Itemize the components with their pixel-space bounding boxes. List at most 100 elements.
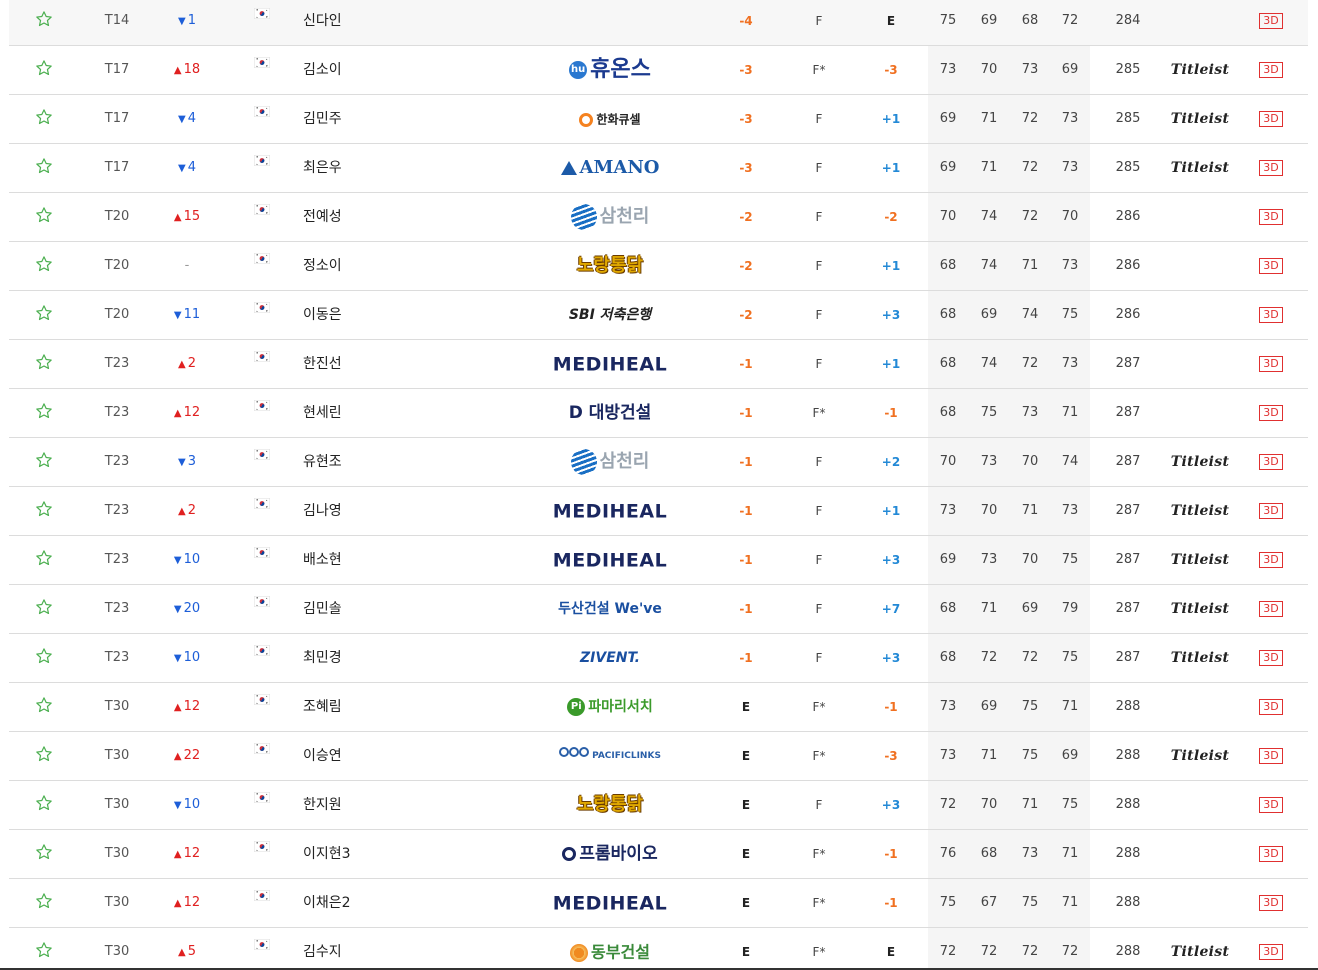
favorite-toggle[interactable] [33, 144, 55, 192]
player-name[interactable]: 최민경 [303, 634, 423, 682]
player-name[interactable]: 한지원 [303, 781, 423, 829]
favorite-toggle[interactable] [33, 634, 55, 682]
view-3d-button[interactable]: 3D [1259, 208, 1283, 225]
favorite-toggle[interactable] [33, 340, 55, 388]
view-3d-button[interactable]: 3D [1259, 110, 1283, 127]
star-outline-icon[interactable] [35, 354, 53, 371]
favorite-toggle[interactable] [33, 291, 55, 339]
favorite-toggle[interactable] [33, 242, 55, 290]
round-1-score: 68 [939, 650, 957, 665]
view-3d-button[interactable]: 3D [1259, 453, 1283, 470]
round-2-score: 72 [980, 650, 998, 665]
view-3d-button[interactable]: 3D [1259, 845, 1283, 862]
player-name[interactable]: 최은우 [303, 144, 423, 192]
star-outline-icon[interactable] [35, 158, 53, 175]
star-outline-icon[interactable] [35, 697, 53, 714]
star-outline-icon[interactable] [35, 403, 53, 420]
view-3d-button[interactable]: 3D [1259, 257, 1283, 274]
player-name[interactable]: 김소이 [303, 46, 423, 94]
total-score: 287 [1115, 405, 1141, 420]
star-outline-icon[interactable] [35, 501, 53, 518]
star-outline-icon[interactable] [35, 60, 53, 77]
star-outline-icon[interactable] [35, 550, 53, 567]
player-name[interactable]: 김민솔 [303, 585, 423, 633]
player-name[interactable]: 이동은 [303, 291, 423, 339]
to-par-score: -1 [739, 553, 753, 567]
star-outline-icon[interactable] [35, 844, 53, 861]
favorite-toggle[interactable] [33, 536, 55, 584]
star-outline-icon[interactable] [35, 942, 53, 959]
player-name[interactable]: 이승연 [303, 732, 423, 780]
player-name[interactable]: 김나영 [303, 487, 423, 535]
player-name[interactable]: 유현조 [303, 438, 423, 486]
view-3d-button[interactable]: 3D [1259, 502, 1283, 519]
round-4-score: 73 [1061, 160, 1079, 175]
total-score: 288 [1115, 699, 1141, 714]
player-name[interactable]: 한진선 [303, 340, 423, 388]
view-3d-button[interactable]: 3D [1259, 12, 1283, 29]
player-name[interactable]: 전예성 [303, 193, 423, 241]
view-3d-button[interactable]: 3D [1259, 159, 1283, 176]
view-3d-button[interactable]: 3D [1259, 551, 1283, 568]
view-3d-button[interactable]: 3D [1259, 61, 1283, 78]
favorite-toggle[interactable] [33, 585, 55, 633]
korea-flag-icon [252, 683, 272, 731]
star-outline-icon[interactable] [35, 452, 53, 469]
star-outline-icon[interactable] [35, 795, 53, 812]
movement-value: 20 [183, 601, 201, 616]
sponsor: 한화큐셀 [545, 95, 675, 143]
favorite-toggle[interactable] [33, 438, 55, 486]
favorite-toggle[interactable] [33, 46, 55, 94]
equipment-brand: Titleist [1167, 438, 1233, 486]
favorite-toggle[interactable] [33, 487, 55, 535]
favorite-toggle[interactable] [33, 928, 55, 970]
star-outline-icon[interactable] [35, 207, 53, 224]
star-outline-icon[interactable] [35, 599, 53, 616]
total-score: 287 [1115, 552, 1141, 567]
player-name[interactable]: 김수지 [303, 928, 423, 970]
player-name[interactable]: 조혜림 [303, 683, 423, 731]
view-3d-button[interactable]: 3D [1259, 404, 1283, 421]
sponsor-mark-icon [570, 204, 597, 230]
round-2-score: 73 [980, 454, 998, 469]
favorite-toggle[interactable] [33, 683, 55, 731]
star-outline-icon[interactable] [35, 746, 53, 763]
titleist-logo: Titleist [1170, 111, 1230, 127]
sponsor-logo: MEDIHEAL [553, 536, 667, 585]
view-3d-button[interactable]: 3D [1259, 698, 1283, 715]
star-outline-icon[interactable] [35, 305, 53, 322]
view-3d-button[interactable]: 3D [1259, 796, 1283, 813]
star-outline-icon[interactable] [35, 256, 53, 273]
view-3d-button[interactable]: 3D [1259, 306, 1283, 323]
star-outline-icon[interactable] [35, 893, 53, 910]
player-name[interactable]: 정소이 [303, 242, 423, 290]
favorite-toggle[interactable] [33, 95, 55, 143]
today-score: +1 [881, 161, 901, 175]
sponsor-name: 파마리서치 [588, 699, 653, 715]
favorite-toggle[interactable] [33, 781, 55, 829]
favorite-toggle[interactable] [33, 0, 55, 45]
view-3d-button[interactable]: 3D [1259, 747, 1283, 764]
view-3d-button[interactable]: 3D [1259, 649, 1283, 666]
favorite-toggle[interactable] [33, 732, 55, 780]
favorite-toggle[interactable] [33, 830, 55, 878]
player-name[interactable]: 현세린 [303, 389, 423, 437]
player-name[interactable]: 이채은2 [303, 879, 423, 927]
favorite-toggle[interactable] [33, 879, 55, 927]
favorite-toggle[interactable] [33, 389, 55, 437]
view-3d-button[interactable]: 3D [1259, 355, 1283, 372]
view-3d-button[interactable]: 3D [1259, 894, 1283, 911]
player-name[interactable]: 배소현 [303, 536, 423, 584]
star-outline-icon[interactable] [35, 11, 53, 28]
player-name[interactable]: 신다인 [303, 0, 423, 45]
sponsor-mark-icon: Pi [567, 698, 586, 716]
titleist-logo: Titleist [1170, 62, 1230, 78]
player-name[interactable]: 이지현3 [303, 830, 423, 878]
favorite-toggle[interactable] [33, 193, 55, 241]
star-outline-icon[interactable] [35, 109, 53, 126]
view-3d-button[interactable]: 3D [1259, 600, 1283, 617]
view-3d-button[interactable]: 3D [1259, 943, 1283, 960]
star-outline-icon[interactable] [35, 648, 53, 665]
leaderboard-row: T23 ▼ 10 최민경 ZIVENT. -1 F +3 68 72 72 75 287 Titleist… [9, 634, 1308, 683]
player-name[interactable]: 김민주 [303, 95, 423, 143]
